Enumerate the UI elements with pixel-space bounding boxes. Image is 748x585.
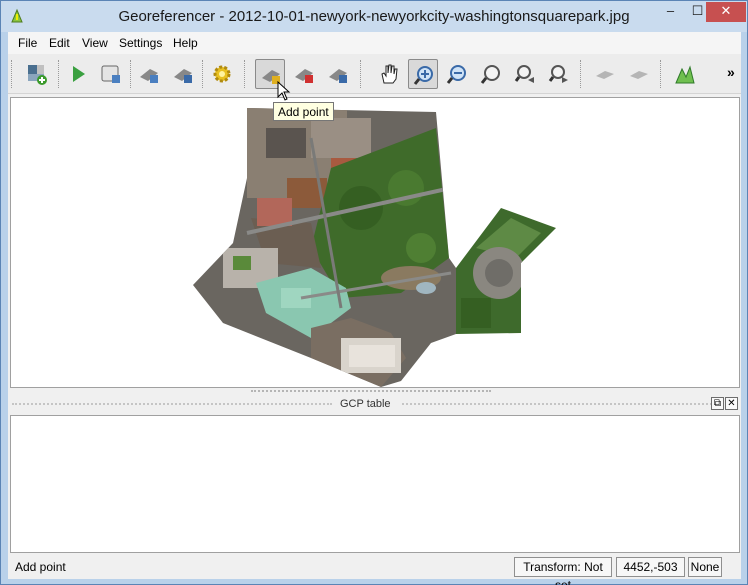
toolbar-separator <box>360 60 362 88</box>
dock-float-button[interactable]: ⧉ <box>711 397 724 410</box>
georeferencer-canvas[interactable] <box>10 97 740 388</box>
dock-title-grip <box>402 403 712 406</box>
toolbar-separator <box>580 60 582 88</box>
toolbar-overflow-button[interactable]: » <box>727 64 735 80</box>
open-raster-button[interactable] <box>22 59 52 89</box>
menu-help[interactable]: Help <box>173 36 198 50</box>
panel-splitter[interactable] <box>8 389 741 395</box>
crs-status: None <box>688 557 722 577</box>
link-georeferencer-to-qgis-icon <box>596 71 614 79</box>
toolbar-separator <box>130 60 132 88</box>
zoom-last-icon <box>514 65 534 83</box>
menu-edit[interactable]: Edit <box>49 36 70 50</box>
pan-icon <box>381 64 398 84</box>
status-bar: Add point Transform: Not set 4452,-503 N… <box>8 555 741 585</box>
zoom-next-icon <box>548 65 568 83</box>
zoom-out-button[interactable] <box>442 59 472 89</box>
coordinates-display: 4452,-503 <box>616 557 685 577</box>
pan-button[interactable] <box>374 59 404 89</box>
load-gcp-points-icon <box>140 69 158 83</box>
toolbar-separator <box>202 60 204 88</box>
status-message: Add point <box>15 560 66 574</box>
gcp-table-title: GCP table <box>340 398 391 410</box>
zoom-out-icon <box>446 65 466 84</box>
link-georeferencer-to-qgis-button[interactable] <box>590 59 620 89</box>
move-gcp-point-button[interactable] <box>323 59 353 89</box>
delete-point-button[interactable] <box>289 59 319 89</box>
toolbar-separator <box>244 60 246 88</box>
title-bar[interactable]: Georeferencer - 2012-10-01-newyork-newyo… <box>1 1 747 32</box>
save-gcp-points-icon <box>174 69 192 83</box>
link-qgis-to-georeferencer-button[interactable] <box>624 59 654 89</box>
add-point-tooltip: Add point <box>273 102 334 121</box>
mouse-pointer-icon <box>277 81 291 101</box>
georeferencer-toolbar: » <box>8 54 741 94</box>
transformation-settings-button[interactable] <box>207 59 237 89</box>
menu-bar: File Edit View Settings Help <box>8 32 741 54</box>
generate-gdal-script-button[interactable] <box>96 59 126 89</box>
zoom-in-button[interactable] <box>408 59 438 89</box>
dock-close-button[interactable]: ✕ <box>725 397 738 410</box>
delete-point-icon <box>295 69 313 83</box>
dock-title-grip <box>12 403 332 406</box>
generate-gdal-script-icon <box>101 65 120 83</box>
save-gcp-points-button[interactable] <box>168 59 198 89</box>
splitter-grip[interactable] <box>251 390 491 393</box>
start-georeferencing-button[interactable] <box>63 59 93 89</box>
zoom-to-layer-button[interactable] <box>476 59 506 89</box>
move-gcp-point-icon <box>329 69 347 83</box>
start-georeferencing-icon <box>73 66 85 82</box>
menu-view[interactable]: View <box>82 36 108 50</box>
histogram-stretch-icon <box>675 65 695 84</box>
toolbar-handle[interactable] <box>11 60 13 88</box>
link-qgis-to-georeferencer-icon <box>630 71 648 79</box>
gcp-table[interactable] <box>10 415 740 553</box>
gcp-table-dock-title[interactable]: GCP table ⧉ ✕ <box>10 396 740 413</box>
georeferencer-window: Georeferencer - 2012-10-01-newyork-newyo… <box>0 0 748 585</box>
histogram-stretch-button[interactable] <box>670 59 700 89</box>
window-title: Georeferencer - 2012-10-01-newyork-newyo… <box>118 8 630 25</box>
menu-file[interactable]: File <box>18 36 37 50</box>
close-button[interactable]: ✕ <box>706 2 746 22</box>
zoom-last-button[interactable] <box>510 59 540 89</box>
zoom-to-layer-icon <box>480 65 500 84</box>
load-gcp-points-button[interactable] <box>134 59 164 89</box>
menu-settings[interactable]: Settings <box>119 36 162 50</box>
zoom-in-icon <box>413 66 433 85</box>
toolbar-separator <box>660 60 662 88</box>
transform-status-button[interactable]: Transform: Not set <box>514 557 612 585</box>
open-raster-icon <box>28 65 47 85</box>
transformation-settings-icon <box>213 65 231 83</box>
client-area: File Edit View Settings Help » GCP table… <box>8 32 741 585</box>
minimize-button[interactable]: – <box>657 2 684 22</box>
zoom-next-button[interactable] <box>544 59 574 89</box>
toolbar-separator <box>58 60 60 88</box>
raster-image <box>193 108 556 387</box>
